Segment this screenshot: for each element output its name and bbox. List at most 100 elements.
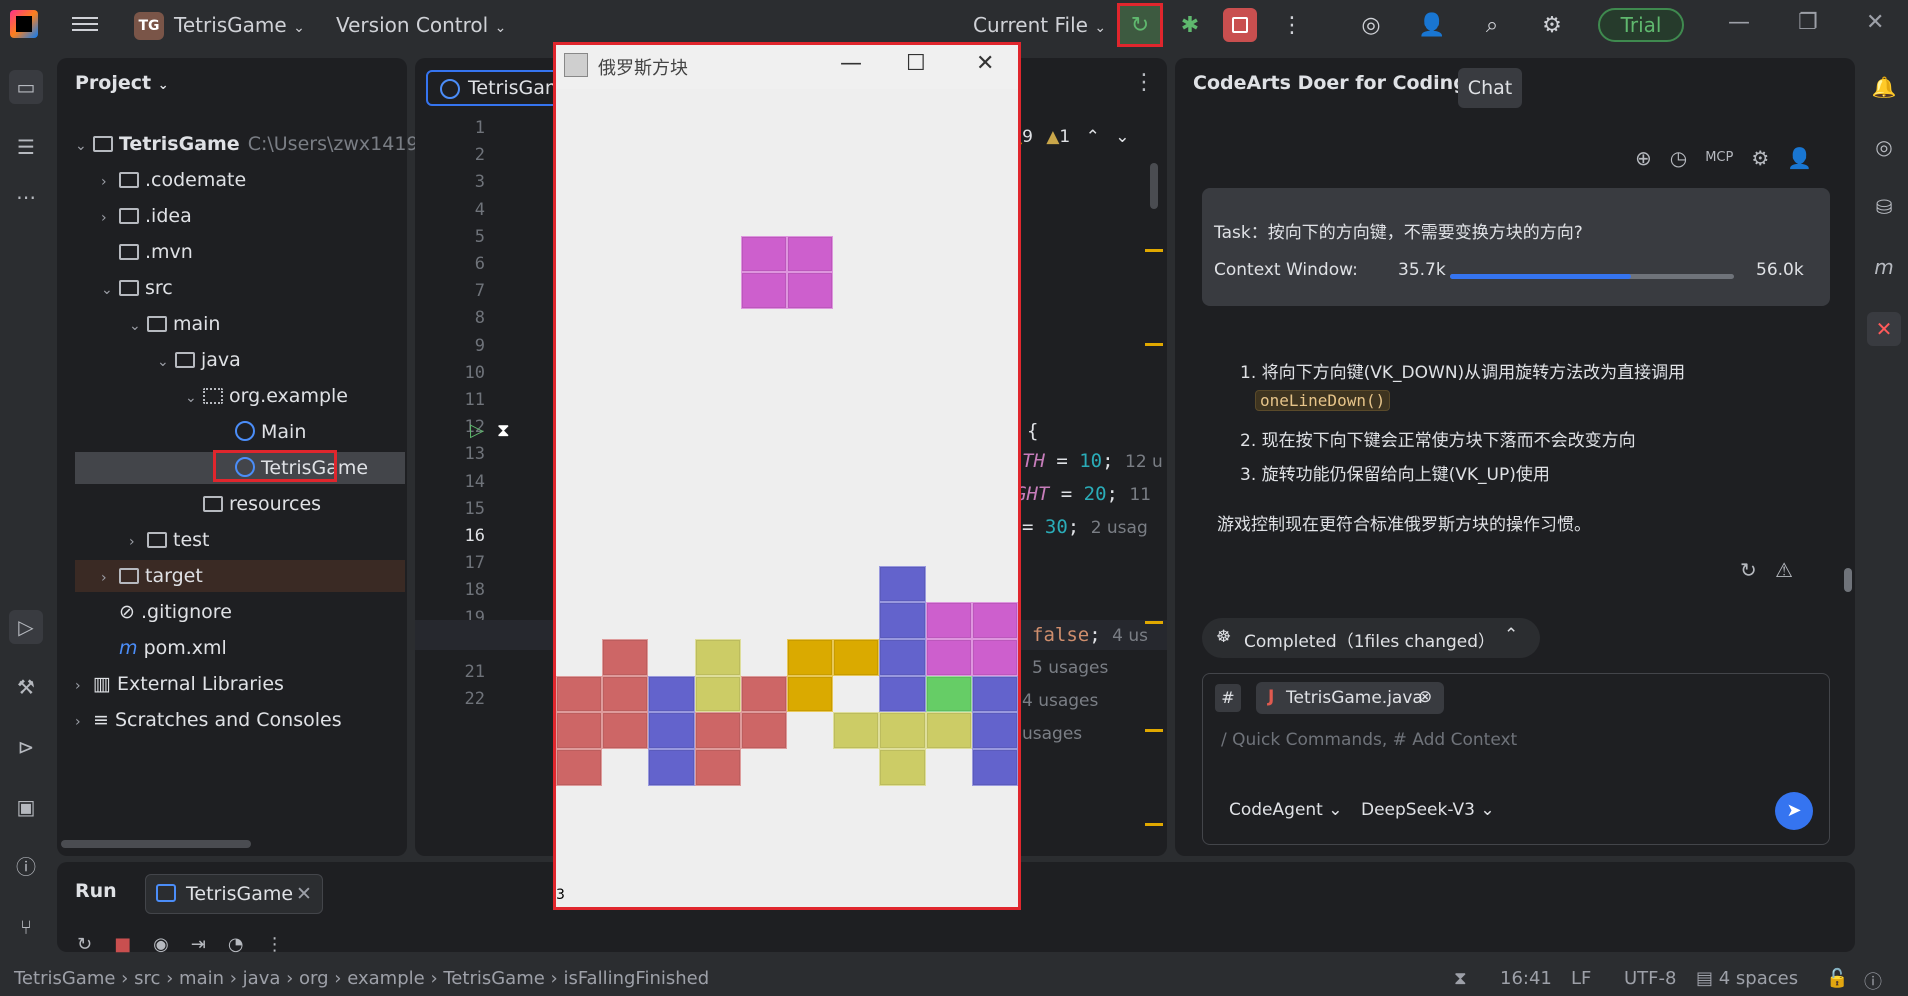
usages-hint[interactable]: 5 usages: [1032, 658, 1108, 678]
minimize-icon[interactable]: —: [1728, 10, 1750, 35]
lock-icon[interactable]: 🔓: [1826, 968, 1848, 989]
git-tool-icon[interactable]: ⑂: [9, 910, 43, 944]
line-separator[interactable]: LF: [1571, 968, 1591, 989]
more-actions-button[interactable]: ⋮: [1275, 8, 1309, 42]
usages-hint[interactable]: 12 u: [1125, 452, 1163, 472]
line-number[interactable]: 1: [415, 118, 485, 138]
run-gutter-icon[interactable]: ▷: [470, 420, 484, 441]
line-number[interactable]: 7: [415, 281, 485, 301]
line-number[interactable]: 17: [415, 553, 485, 573]
stop-icon[interactable]: ■: [114, 934, 131, 955]
agent-selector[interactable]: CodeAgent ⌄: [1229, 800, 1343, 820]
ai-assistant-button[interactable]: ◎: [1354, 8, 1388, 42]
line-number[interactable]: 5: [415, 227, 485, 247]
horizontal-scrollbar[interactable]: [61, 840, 251, 848]
tree-item[interactable]: › ≡ Scratches and Consoles: [75, 704, 342, 736]
chevron-down-icon[interactable]: ⌄: [157, 346, 175, 378]
line-number[interactable]: 6: [415, 254, 485, 274]
rerun-icon[interactable]: ↻: [77, 934, 92, 955]
tree-item[interactable]: › .idea: [101, 200, 192, 232]
code-line-11[interactable]: TH = 10; 12 u: [1022, 450, 1163, 472]
new-chat-icon[interactable]: ⊕: [1635, 146, 1652, 170]
line-number[interactable]: 10: [415, 363, 485, 383]
line-number[interactable]: 9: [415, 336, 485, 356]
chevron-right-icon[interactable]: ›: [101, 166, 119, 198]
line-number[interactable]: 16: [415, 526, 485, 546]
maven-tool-icon[interactable]: m: [1867, 250, 1901, 284]
editor-scrollbar[interactable]: [1150, 163, 1158, 209]
chevron-down-icon[interactable]: ⌄: [129, 310, 147, 342]
vcs-menu[interactable]: Version Control ⌄: [336, 13, 506, 37]
warning-stripe[interactable]: [1145, 343, 1163, 346]
warning-stripe[interactable]: [1145, 823, 1163, 826]
breadcrumb-item[interactable]: isFallingFinished: [563, 968, 709, 989]
run-config-selector[interactable]: Current File ⌄: [973, 13, 1106, 37]
notifications-status-icon[interactable]: ⓘ: [1864, 968, 1882, 994]
history-icon[interactable]: ◷: [1670, 146, 1687, 170]
code-line-10[interactable]: {: [1027, 420, 1038, 442]
user-icon[interactable]: 👤: [1787, 146, 1812, 170]
line-number[interactable]: 2: [415, 145, 485, 165]
speed-icon[interactable]: ◔: [228, 934, 244, 955]
tree-item[interactable]: Main: [217, 416, 306, 448]
breadcrumb-item[interactable]: TetrisGame: [14, 968, 115, 989]
breadcrumb-item[interactable]: TetrisGame: [443, 968, 544, 989]
usages-hint[interactable]: 11: [1129, 485, 1151, 505]
line-number[interactable]: 8: [415, 308, 485, 328]
tree-item[interactable]: › ▥ External Libraries: [75, 668, 284, 700]
usages-hint[interactable]: 4 us: [1112, 626, 1148, 646]
chevron-right-icon[interactable]: ›: [75, 706, 93, 738]
tree-item[interactable]: ⊘ .gitignore: [101, 596, 232, 628]
services-tool-icon[interactable]: ⊳: [9, 730, 43, 764]
chevron-right-icon[interactable]: ›: [75, 670, 93, 702]
breadcrumb-item[interactable]: src: [134, 968, 160, 989]
minimize-icon[interactable]: —: [840, 51, 862, 76]
code-line-16[interactable]: false; 4 us: [1032, 624, 1148, 646]
close-icon[interactable]: ✕: [1866, 10, 1884, 35]
usages-hint[interactable]: 4 usages: [1022, 691, 1098, 711]
tree-item[interactable]: ⌄ java: [157, 344, 241, 376]
project-badge[interactable]: TG: [134, 12, 164, 40]
code-line-13[interactable]: = 30; 2 usag: [1022, 516, 1148, 538]
caret-position[interactable]: 16:41: [1500, 968, 1552, 989]
chevron-right-icon[interactable]: ›: [101, 202, 119, 234]
send-button[interactable]: ➤: [1775, 792, 1813, 830]
rerun-button[interactable]: ↻: [1117, 3, 1163, 47]
breadcrumb-item[interactable]: org: [299, 968, 329, 989]
chevron-down-icon[interactable]: ⌄: [185, 382, 203, 414]
trial-badge[interactable]: Trial: [1598, 8, 1684, 42]
tree-item[interactable]: TetrisGame: [75, 450, 405, 484]
line-number[interactable]: 22: [415, 689, 485, 709]
tree-item[interactable]: ⌄ TetrisGame C:\Users\zwx14193: [75, 128, 431, 160]
chevron-right-icon[interactable]: ›: [129, 526, 147, 558]
close-tab-icon[interactable]: ✕: [296, 875, 312, 913]
breadcrumb-item[interactable]: example: [347, 968, 424, 989]
completed-status-pill[interactable]: ☸ Completed（1files changed） ⌃: [1202, 618, 1540, 658]
line-number[interactable]: 15: [415, 499, 485, 519]
line-number[interactable]: 4: [415, 200, 485, 220]
tree-item[interactable]: ⌄ org.example: [185, 380, 348, 412]
ide-logo-icon[interactable]: [10, 10, 38, 38]
chevron-down-icon[interactable]: ⌄: [101, 274, 119, 306]
chevron-up-icon[interactable]: ⌃: [1086, 127, 1100, 147]
tree-item[interactable]: .mvn: [101, 236, 193, 268]
tree-item[interactable]: › .codemate: [101, 164, 246, 196]
more-tools-icon[interactable]: ⋯: [9, 180, 43, 214]
usages-hint[interactable]: usages: [1022, 724, 1082, 744]
tree-item[interactable]: ⌄ main: [129, 308, 220, 340]
camera-icon[interactable]: ◉: [153, 934, 169, 955]
retry-icon[interactable]: ↻: [1740, 558, 1757, 582]
usages-hint[interactable]: 2 usag: [1091, 518, 1148, 538]
chat-input-box[interactable]: # J TetrisGame.java ⊗ / Quick Commands, …: [1202, 673, 1830, 845]
model-selector[interactable]: DeepSeek-V3 ⌄: [1361, 800, 1495, 820]
run-tool-icon[interactable]: ▷: [9, 610, 43, 644]
tree-item[interactable]: › test: [129, 524, 210, 556]
stop-button[interactable]: [1223, 8, 1257, 42]
chevron-down-icon[interactable]: ⌄: [1115, 127, 1129, 147]
line-number[interactable]: 13: [415, 444, 485, 464]
project-tool-icon[interactable]: ▭: [9, 70, 43, 104]
codearts-tool-icon[interactable]: ✕: [1867, 312, 1901, 346]
project-panel-header[interactable]: Project ⌄: [75, 72, 169, 94]
chevron-down-icon[interactable]: ⌄: [75, 130, 93, 162]
exit-icon[interactable]: ⇥: [191, 934, 206, 955]
